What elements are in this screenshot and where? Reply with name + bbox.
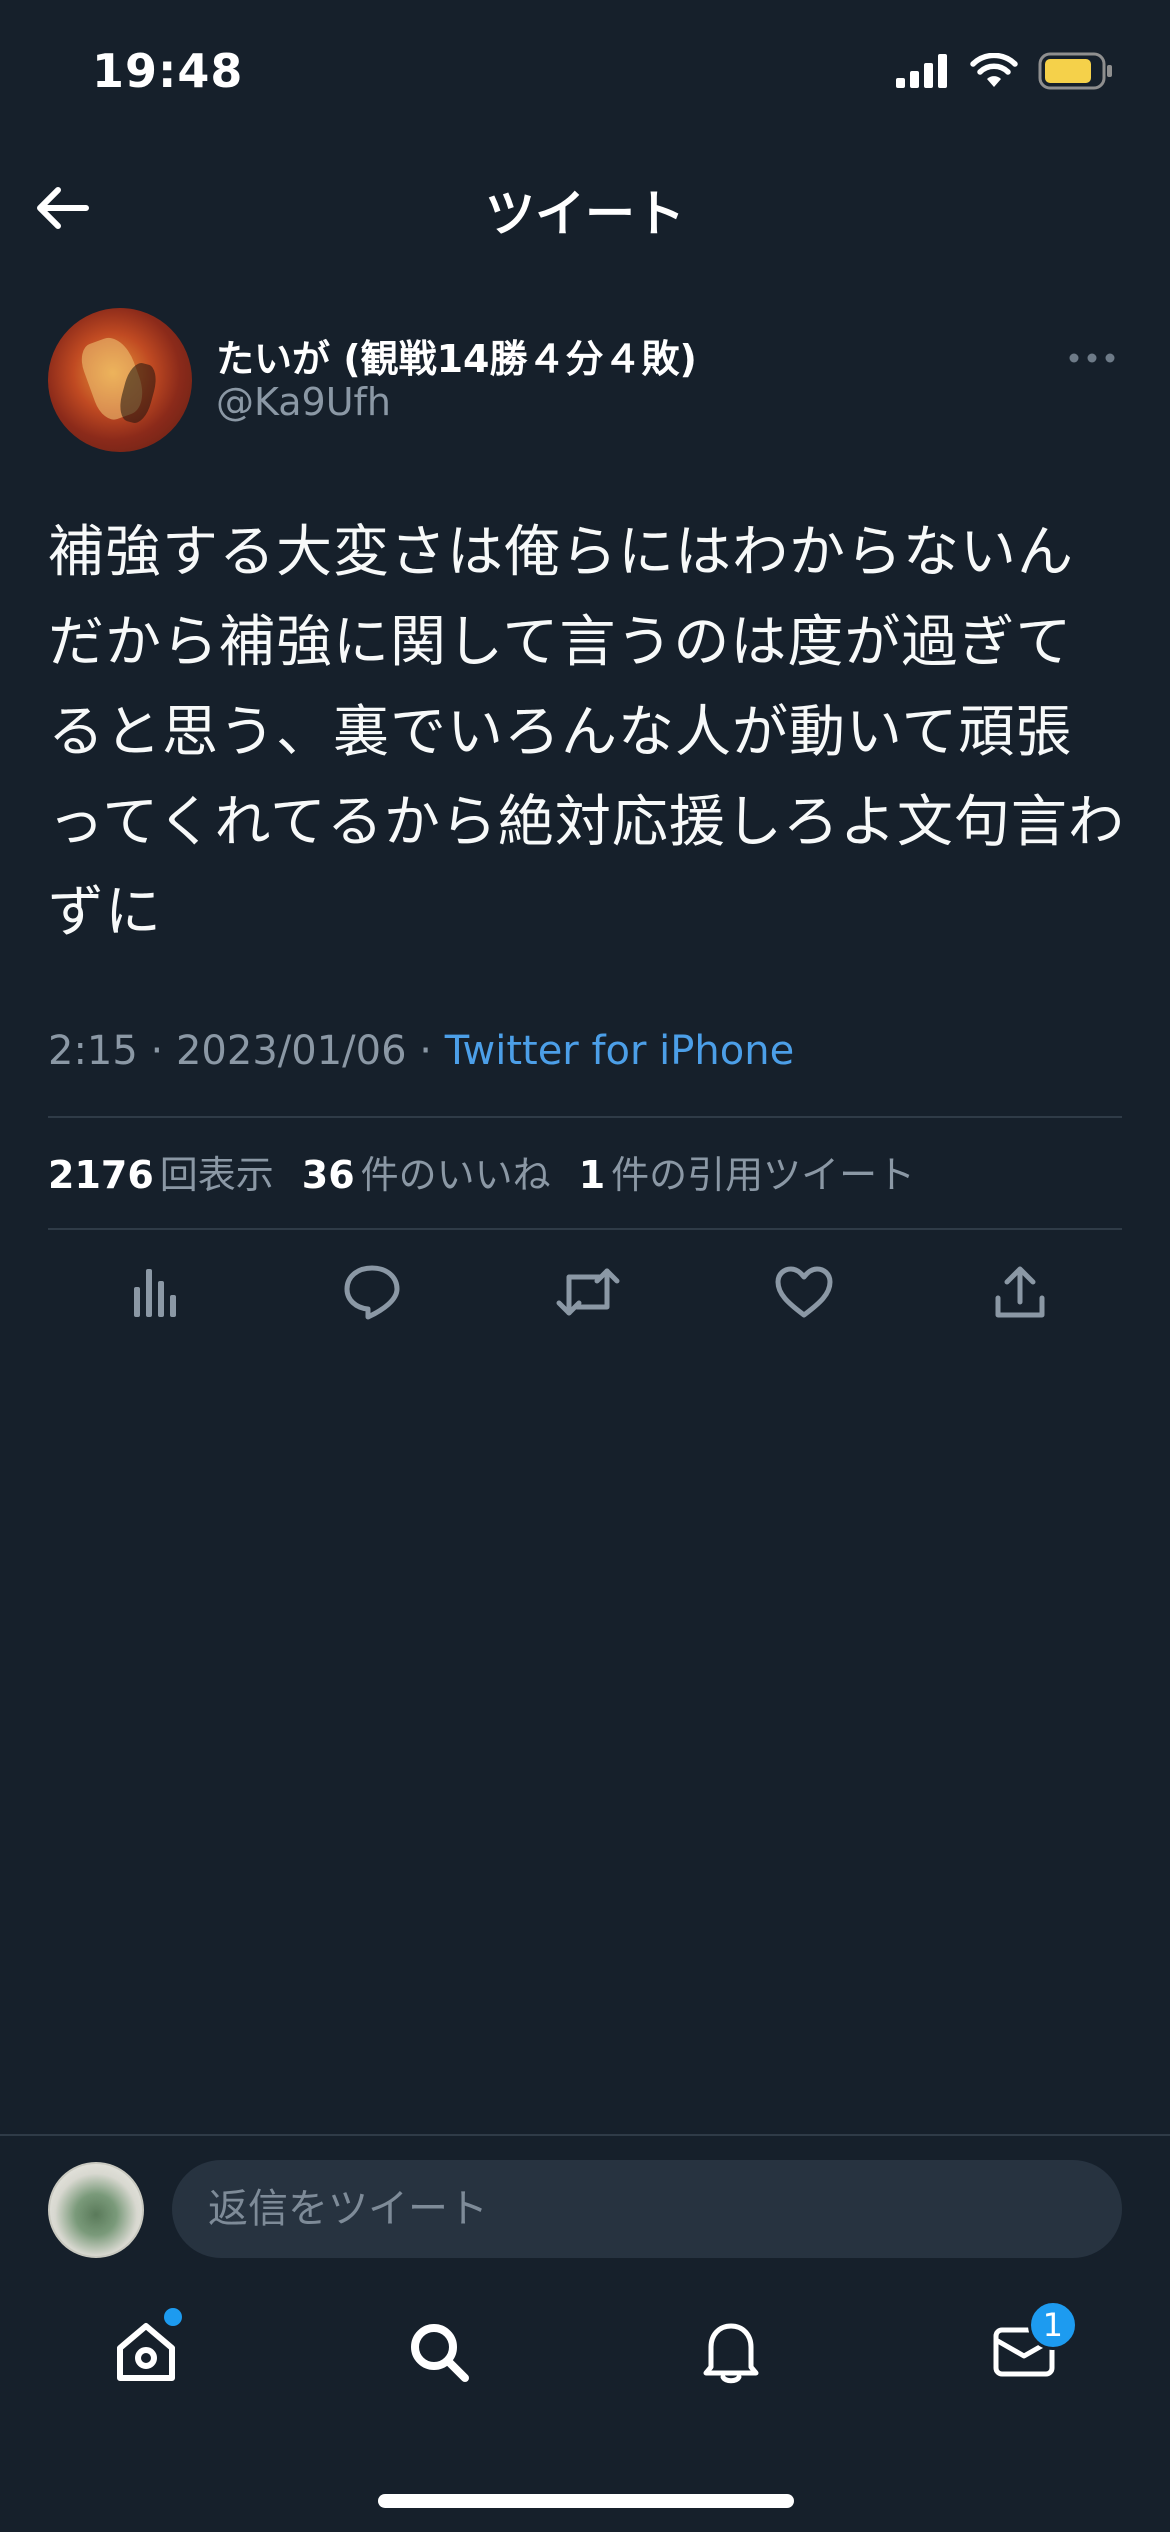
reply-icon [344, 1265, 400, 1320]
author-handle[interactable]: @Ka9Ufh [216, 380, 391, 424]
divider [48, 1116, 1122, 1118]
nav-header: ツイート [0, 160, 1170, 250]
search-icon [410, 2324, 469, 2382]
tweet-date: 2023/01/06 [175, 1028, 407, 1074]
retweet-icon [556, 1268, 620, 1316]
user-avatar[interactable] [48, 2162, 144, 2258]
quotes-stat[interactable]: 1 件の引用ツイート [579, 1144, 915, 1199]
views-stat[interactable]: 2176 回表示 [48, 1144, 274, 1199]
wifi-icon [970, 53, 1018, 87]
page-title: ツイート [485, 185, 685, 243]
author-display-name[interactable]: たいが (観戦14勝４分４敗) [216, 328, 697, 383]
home-icon [117, 2323, 176, 2381]
more-options-button[interactable] [1062, 338, 1122, 378]
notifications-icon [703, 2323, 759, 2384]
meta-separator: · [150, 1028, 164, 1074]
share-button[interactable] [972, 1252, 1068, 1332]
likes-stat[interactable]: 36 件のいいね [302, 1144, 551, 1199]
likes-count: 36 [301, 1153, 355, 1197]
tweet-author: たいが (観戦14勝４分４敗) @Ka9Ufh [48, 308, 1122, 458]
tab-search[interactable] [389, 2302, 489, 2402]
tab-messages[interactable]: 1 [974, 2300, 1078, 2402]
analytics-icon [134, 1269, 176, 1317]
views-count: 2176 [48, 1153, 154, 1197]
tweet-time: 2:15 [48, 1028, 138, 1074]
tweet-stats: 2176 回表示 36 件のいいね 1 件の引用ツイート [48, 1144, 915, 1199]
like-button[interactable] [756, 1252, 852, 1332]
quotes-count: 1 [578, 1153, 606, 1197]
tweet-detail-screen: 19:48 ツイート たいが (観戦14勝４分４敗) @Ka9Ufh 補強する大… [0, 0, 1170, 2532]
home-indicator[interactable] [378, 2494, 794, 2508]
cellular-signal-icon [896, 54, 947, 88]
share-icon [995, 1266, 1045, 1318]
tab-notifications[interactable] [681, 2302, 781, 2402]
home-notification-dot [164, 2308, 183, 2326]
retweet-button[interactable] [540, 1252, 636, 1332]
more-dots-icon [1069, 353, 1115, 363]
messages-badge: 1 [1027, 2300, 1078, 2350]
tweet-source-link[interactable]: Twitter for iPhone [445, 1028, 795, 1074]
views-label: 回表示 [159, 1153, 274, 1197]
status-time: 19:48 [92, 44, 244, 98]
reply-button[interactable] [324, 1252, 420, 1332]
meta-separator: · [419, 1028, 432, 1074]
tab-home[interactable] [96, 2302, 196, 2402]
tweet-text: 補強する大変さは俺らにはわからないんだから補強に関して言うのは度が過ぎてると思う… [48, 520, 1125, 945]
reply-input[interactable] [172, 2160, 1122, 2258]
status-bar: 19:48 [0, 0, 1170, 150]
divider [48, 1228, 1122, 1230]
status-icons [896, 52, 1114, 90]
reply-bar [0, 2134, 1170, 2266]
like-icon [775, 1266, 833, 1318]
tab-bar: 1 [0, 2266, 1170, 2446]
tweet-meta: 2:15 · 2023/01/06 · Twitter for iPhone [48, 1028, 794, 1074]
tweet-actions [108, 1252, 1068, 1332]
quotes-label: 件の引用ツイート [611, 1153, 916, 1197]
likes-label: 件のいいね [360, 1153, 551, 1197]
analytics-button[interactable] [108, 1252, 204, 1332]
battery-icon [1038, 52, 1112, 90]
author-avatar[interactable] [48, 308, 192, 452]
